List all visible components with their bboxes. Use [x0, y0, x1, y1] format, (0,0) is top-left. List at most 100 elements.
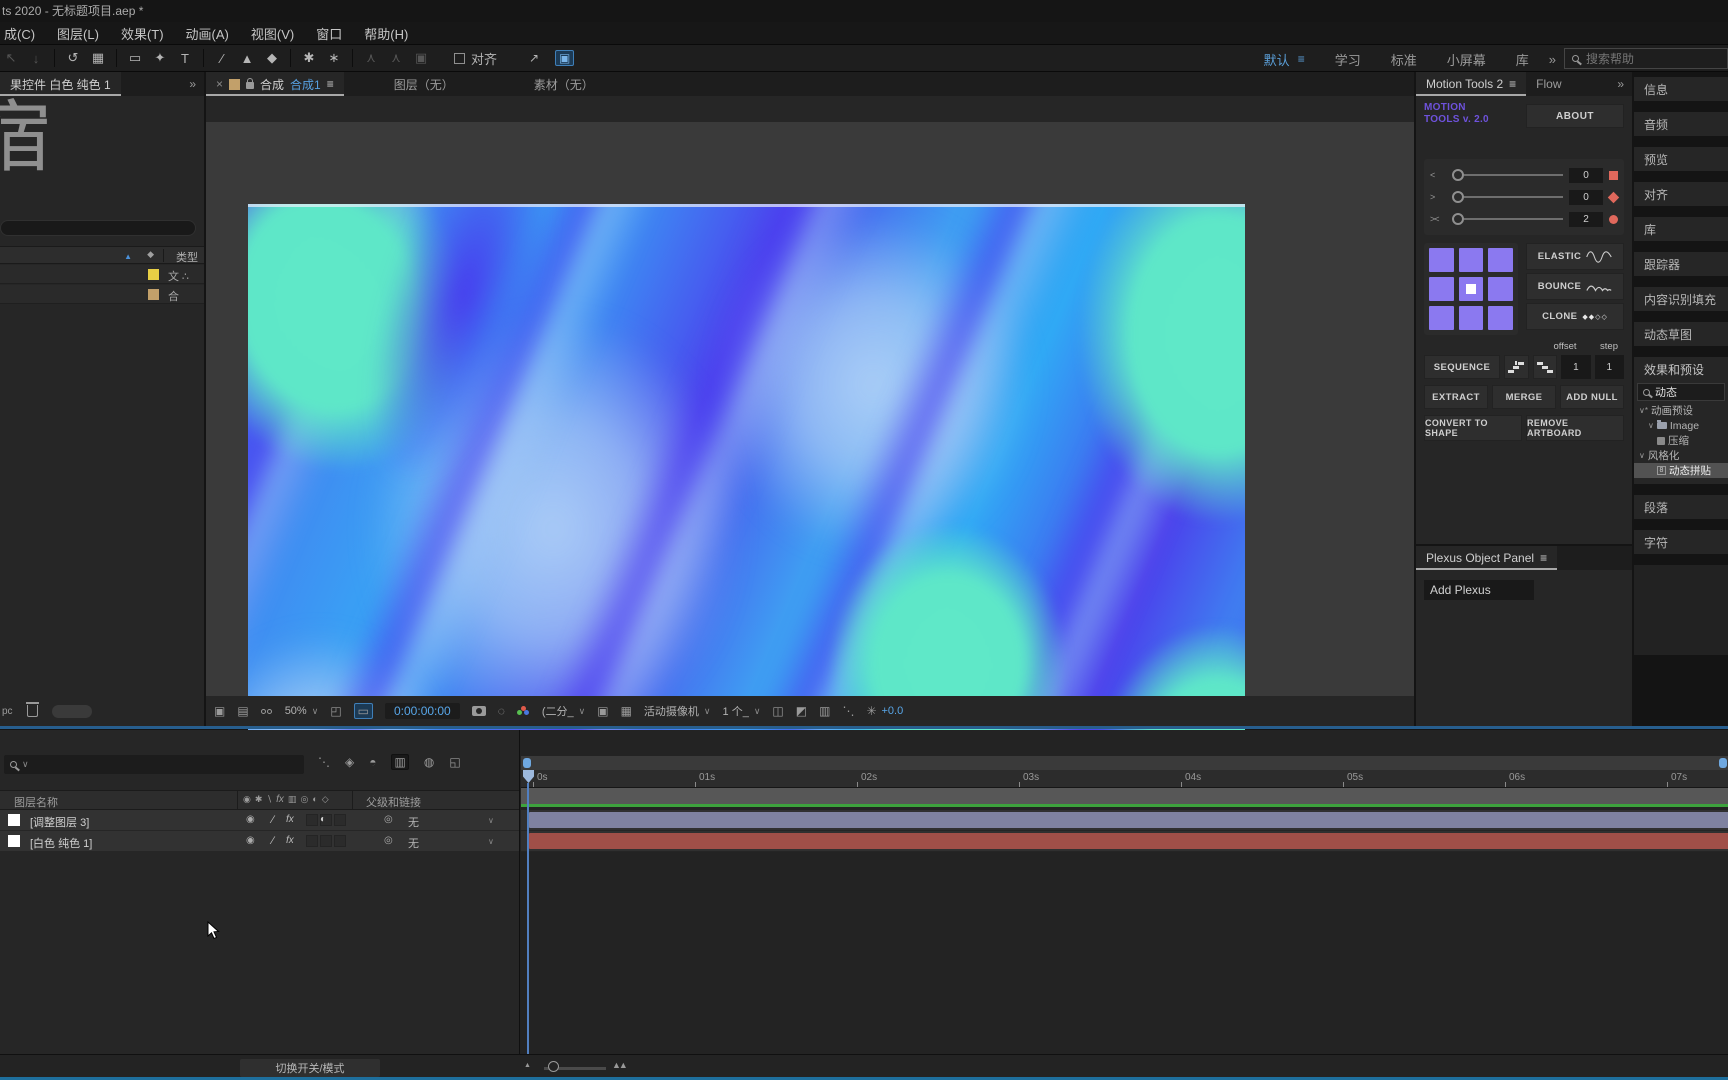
navigator-start-handle[interactable] — [523, 758, 531, 768]
parent-select[interactable]: 无 — [408, 835, 419, 851]
close-icon[interactable]: × — [216, 77, 223, 91]
twirl-icon[interactable]: ∨* — [1639, 406, 1648, 415]
ruler-tool-icon[interactable]: ↗ — [527, 51, 541, 65]
puppet-pin-tool-icon[interactable]: ∗ — [327, 50, 341, 66]
offset-value-field[interactable]: 1 — [1561, 355, 1591, 379]
slider-knob[interactable] — [1452, 213, 1464, 225]
switch-header-icon[interactable]: ◐ — [312, 794, 317, 805]
anchor-grid[interactable] — [1424, 243, 1518, 335]
composition-canvas[interactable] — [248, 204, 1245, 742]
current-timecode[interactable]: 0:00:00:00 — [385, 703, 460, 719]
zoom-select[interactable]: 50% ∨ — [285, 705, 319, 717]
ease-slider[interactable] — [1452, 191, 1563, 203]
stacked-windows-icon[interactable]: ▣ — [214, 704, 225, 718]
switch-cell[interactable] — [334, 814, 346, 826]
shy-toggle-icon[interactable]: ◉ — [246, 814, 255, 825]
panel-menu-icon[interactable]: ≡ — [1509, 77, 1516, 91]
add-null-button[interactable]: ADD NULL — [1560, 385, 1624, 409]
quality-toggle-icon[interactable]: ∕ — [272, 814, 274, 826]
add-plexus-button[interactable]: Add Plexus — [1424, 580, 1534, 600]
label-color-swatch[interactable] — [148, 289, 159, 300]
clone-stamp-tool-icon[interactable]: ▲ — [240, 51, 254, 66]
comp-label-swatch[interactable] — [229, 78, 241, 90]
layer-color-swatch[interactable] — [8, 835, 20, 847]
layer-duration-bar[interactable] — [529, 833, 1728, 849]
remove-artboard-button[interactable]: REMOVE ARTBOARD — [1526, 415, 1624, 441]
safe-margins-icon[interactable]: ◰ — [330, 704, 341, 718]
layer-track[interactable] — [521, 831, 1728, 852]
rail-panel-tab[interactable]: 段落 — [1634, 495, 1728, 519]
region-of-interest-icon[interactable]: ▭ — [353, 703, 373, 719]
switch-header-icon[interactable]: ◉ — [243, 794, 251, 805]
panel-menu-icon[interactable]: ≡ — [1540, 551, 1547, 565]
sequence-up-icon[interactable] — [1504, 355, 1529, 379]
switch-header-icon[interactable]: fx — [276, 794, 284, 805]
monitor-icon[interactable]: ▤ — [237, 704, 248, 718]
type-tool-icon[interactable]: T — [178, 51, 192, 66]
project-search-field[interactable] — [0, 220, 196, 236]
region-grid-icon[interactable]: ▣ — [597, 704, 608, 718]
roto-brush-tool-icon[interactable]: ✱ — [302, 50, 316, 66]
about-button[interactable]: ABOUT — [1526, 104, 1624, 128]
effects-tree-item[interactable]: ∨ Image — [1634, 418, 1728, 433]
panel-overflow-icon[interactable]: » — [1617, 77, 1632, 91]
toggle-switches-modes-button[interactable]: 切换开关/模式 — [240, 1059, 380, 1077]
rail-panel-tab[interactable]: 信息 — [1634, 77, 1728, 101]
tab-composition[interactable]: × 合成 合成1 ≡ — [206, 72, 344, 96]
step-value-field[interactable]: 1 — [1594, 355, 1624, 379]
parent-link-header[interactable]: 父级和链接 — [366, 794, 421, 810]
parent-select[interactable]: 无 — [408, 814, 419, 830]
switch-header-icon[interactable]: ✱ — [255, 794, 263, 805]
rail-panel-tab[interactable]: 库 — [1634, 217, 1728, 241]
timeline-button-icon[interactable]: ▥ — [819, 704, 830, 718]
ease-slider[interactable] — [1452, 169, 1563, 181]
capture-frame-icon[interactable]: ▣ — [555, 50, 575, 66]
fast-preview-icon[interactable]: ◩ — [796, 704, 807, 718]
rail-panel-tab[interactable]: 内容识别填充 — [1634, 287, 1728, 311]
view-layout-icon[interactable]: ◫ — [772, 704, 783, 718]
quality-toggle-icon[interactable]: ∕ — [272, 835, 274, 847]
ease-slider[interactable] — [1452, 213, 1563, 225]
work-area-bar[interactable] — [521, 788, 1728, 804]
help-search-box[interactable] — [1564, 48, 1728, 69]
slider-knob[interactable] — [1452, 191, 1464, 203]
help-search-input[interactable] — [1586, 51, 1706, 66]
workspace-tab[interactable]: 小屏幕 — [1447, 50, 1486, 69]
slider-knob[interactable] — [1452, 169, 1464, 181]
column-divider[interactable] — [352, 791, 353, 809]
snapshot-icon[interactable] — [471, 706, 486, 716]
graph-editor-icon[interactable]: ◱ — [449, 755, 460, 769]
switch-cell[interactable] — [306, 835, 318, 847]
label-color-swatch[interactable] — [148, 269, 159, 280]
ease-value-field[interactable]: 2 — [1569, 211, 1603, 227]
workspace-overflow-icon[interactable]: » — [1549, 52, 1556, 67]
menu-item[interactable]: 动画(A) — [186, 24, 229, 43]
brush-tool-icon[interactable]: ∕ — [215, 51, 229, 66]
project-columns-header[interactable]: ▲ ◆ 类型 — [0, 246, 204, 264]
elastic-button[interactable]: ELASTIC — [1526, 243, 1624, 270]
column-divider[interactable] — [237, 791, 238, 809]
mini-flowchart-icon[interactable]: ⋱ — [318, 755, 330, 769]
merge-button[interactable]: MERGE — [1492, 385, 1556, 409]
effects-tree-item[interactable]: 压缩 — [1634, 433, 1728, 448]
layer-row[interactable]: [调整图层 3] ◉ ∕ fx ◐ ◎ 无 ∨ — [0, 810, 519, 831]
switch-cell[interactable] — [334, 835, 346, 847]
convert-to-shape-button[interactable]: CONVERT TO SHAPE — [1424, 415, 1522, 441]
layer-track[interactable] — [521, 810, 1728, 831]
layer-color-swatch[interactable] — [8, 814, 20, 826]
motion-blur-icon[interactable]: ◍ — [424, 755, 434, 769]
effects-search-box[interactable] — [1637, 383, 1725, 401]
panel-menu-icon[interactable]: ≡ — [327, 77, 334, 91]
workspace-tab[interactable]: 标准 — [1391, 50, 1417, 69]
navigator-end-handle[interactable] — [1719, 758, 1727, 768]
draft-3d-icon[interactable]: ◈ — [345, 755, 354, 769]
switch-cell[interactable] — [320, 835, 332, 847]
zoom-out-mountain-icon[interactable]: ▲ — [524, 1062, 531, 1069]
time-navigator[interactable] — [521, 756, 1728, 770]
anchor-grid-cell[interactable] — [1458, 248, 1484, 272]
workspace-menu-icon[interactable]: ≡ — [1298, 52, 1305, 66]
anchor-grid-cell[interactable] — [1429, 306, 1454, 330]
tab-flow[interactable]: Flow — [1526, 72, 1571, 96]
show-snapshot-icon[interactable]: ◌ — [498, 704, 505, 718]
parent-pickwhip-icon[interactable]: ◎ — [384, 814, 393, 825]
